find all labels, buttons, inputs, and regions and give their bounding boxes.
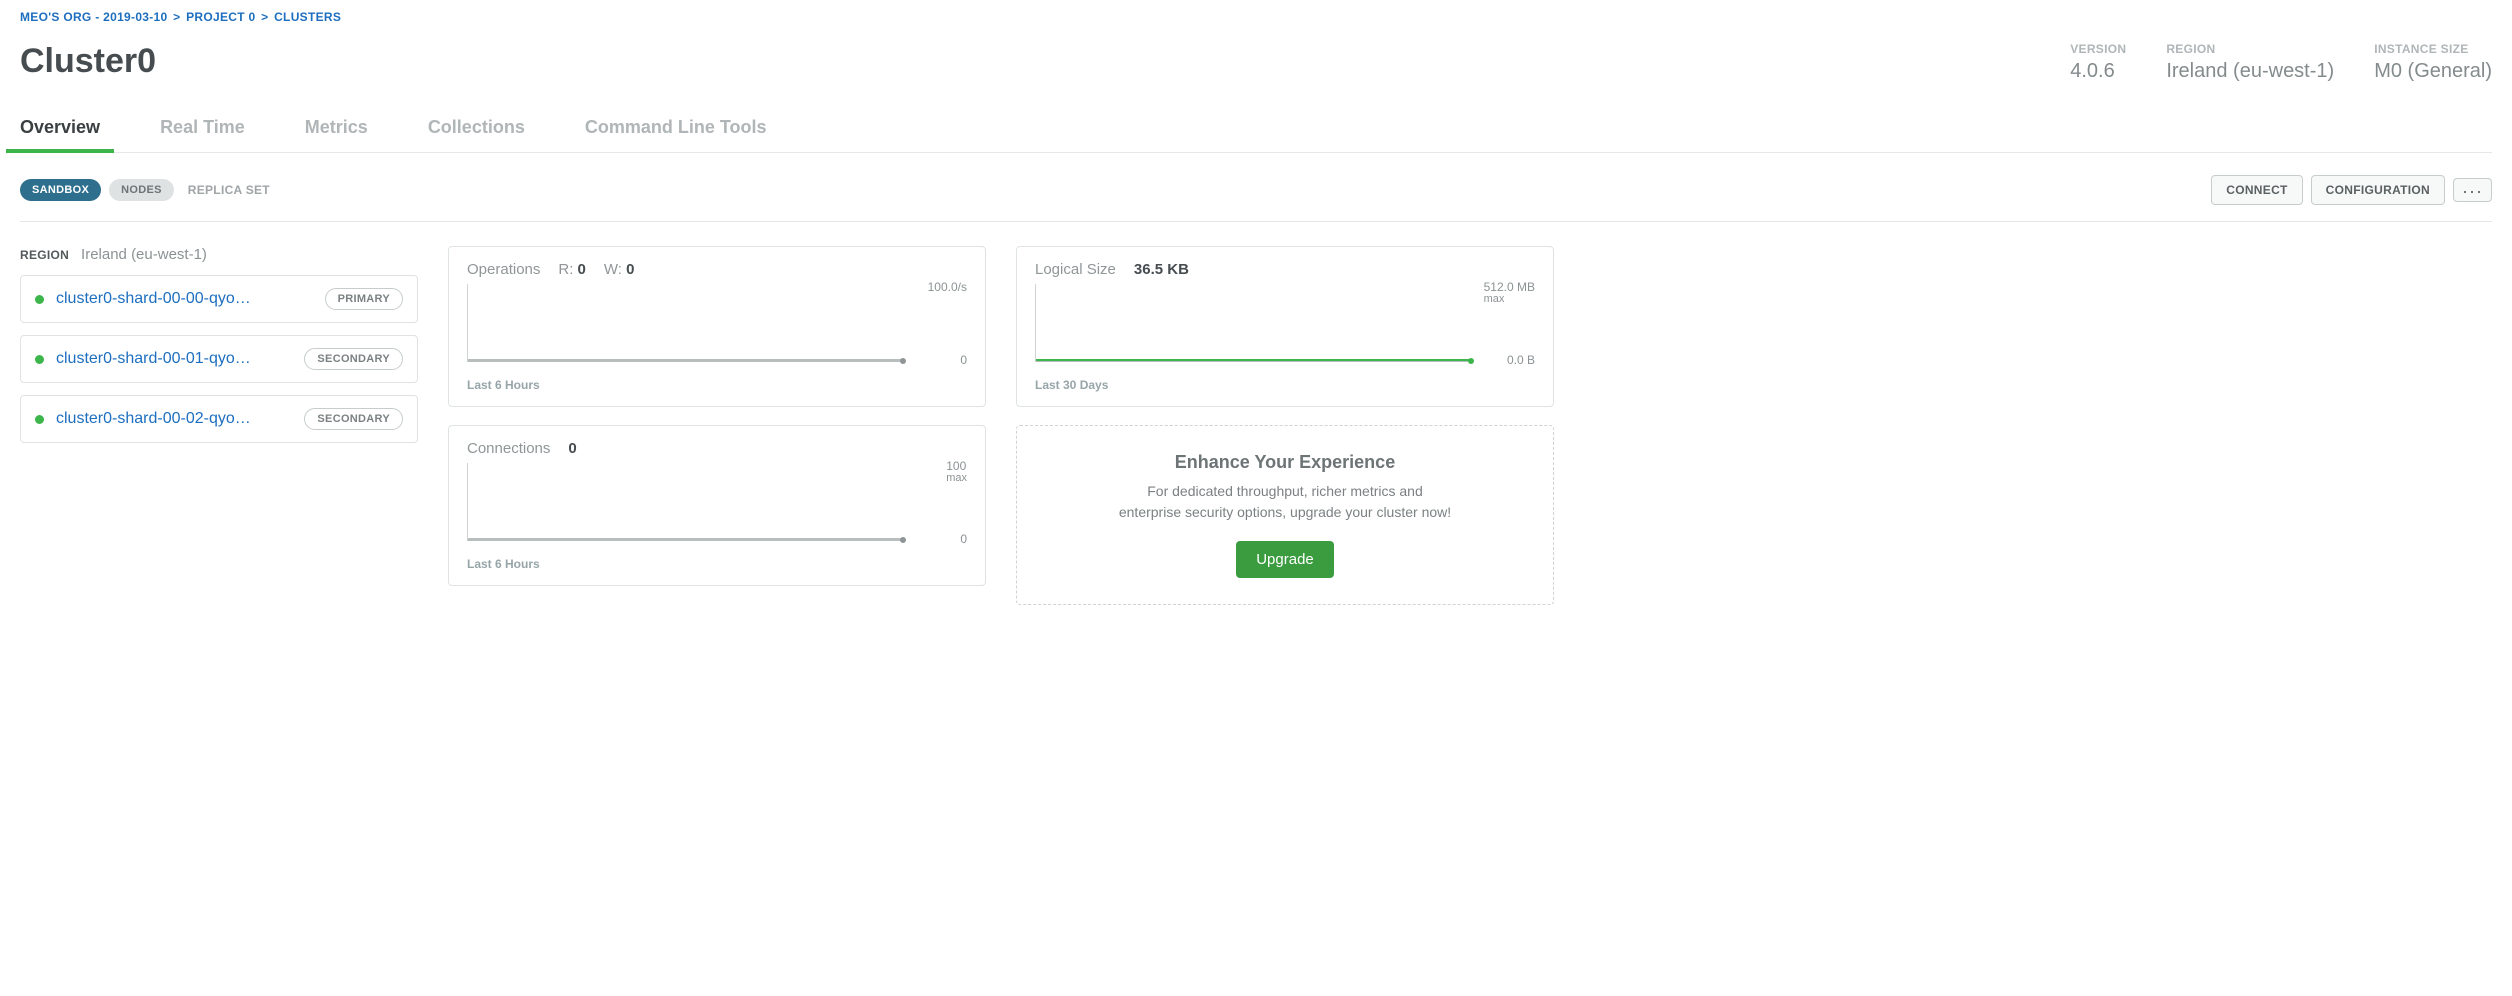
region-section-value: Ireland (eu-west-1) [81, 246, 207, 263]
shard-role-badge: SECONDARY [304, 408, 403, 430]
connections-title: Connections [467, 440, 550, 457]
shard-name[interactable]: cluster0-shard-00-00-qyo… [56, 290, 251, 308]
tab-cli-tools[interactable]: Command Line Tools [585, 109, 767, 152]
shard-name[interactable]: cluster0-shard-00-02-qyo… [56, 410, 251, 428]
connections-chart-panel: Connections 0 100 max 0 Last 6 Hours [448, 425, 986, 586]
shard-row[interactable]: cluster0-shard-00-02-qyo… SECONDARY [20, 395, 418, 443]
operations-w-value: 0 [626, 261, 634, 278]
upgrade-promo-panel: Enhance Your Experience For dedicated th… [1016, 425, 1554, 605]
region-label: REGION [2166, 42, 2334, 56]
promo-title: Enhance Your Experience [1037, 452, 1533, 473]
tab-collections[interactable]: Collections [428, 109, 525, 152]
shard-row[interactable]: cluster0-shard-00-01-qyo… SECONDARY [20, 335, 418, 383]
logical-size-axis-top: 512.0 MB [1484, 280, 1535, 294]
sandbox-badge: SANDBOX [20, 179, 101, 201]
upgrade-button[interactable]: Upgrade [1236, 541, 1334, 578]
breadcrumb: MEO'S ORG - 2019-03-10 > PROJECT 0 > CLU… [20, 10, 2492, 24]
breadcrumb-sep: > [171, 10, 182, 24]
region-value: Ireland (eu-west-1) [2166, 60, 2334, 83]
connections-axis-top-sub: max [946, 473, 967, 484]
version-label: VERSION [2070, 42, 2126, 56]
breadcrumb-clusters[interactable]: CLUSTERS [274, 10, 341, 24]
operations-r-label: R: [558, 261, 573, 278]
shard-role-badge: SECONDARY [304, 348, 403, 370]
status-dot-icon [35, 295, 44, 304]
logical-size-chart-panel: Logical Size 36.5 KB 512.0 MB max 0.0 B … [1016, 246, 1554, 407]
promo-text-line1: For dedicated throughput, richer metrics… [1147, 483, 1422, 499]
logical-size-axis-bot: 0.0 B [1507, 353, 1535, 367]
chart-point-icon [900, 358, 906, 364]
status-dot-icon [35, 415, 44, 424]
region-section-label: REGION [20, 248, 69, 262]
replica-set-label: REPLICA SET [188, 183, 270, 197]
logical-size-title: Logical Size [1035, 261, 1116, 278]
operations-r-value: 0 [578, 261, 586, 278]
more-actions-button[interactable]: ··· [2453, 178, 2492, 202]
breadcrumb-org[interactable]: MEO'S ORG - 2019-03-10 [20, 10, 168, 24]
instance-size-label: INSTANCE SIZE [2374, 42, 2492, 56]
connections-axis-top: 100 [946, 459, 966, 473]
shard-name[interactable]: cluster0-shard-00-01-qyo… [56, 350, 251, 368]
operations-axis-top: 100.0/s [928, 280, 967, 294]
connections-axis-bot: 0 [960, 532, 967, 546]
status-dot-icon [35, 355, 44, 364]
tab-bar: Overview Real Time Metrics Collections C… [20, 109, 2492, 153]
promo-text-line2: enterprise security options, upgrade you… [1119, 504, 1451, 520]
version-value: 4.0.6 [2070, 60, 2126, 83]
operations-chart-panel: Operations R: 0 W: 0 100.0/s 0 [448, 246, 986, 407]
configuration-button[interactable]: CONFIGURATION [2311, 175, 2445, 205]
connections-footer: Last 6 Hours [467, 557, 967, 571]
cluster-meta: VERSION 4.0.6 REGION Ireland (eu-west-1)… [2070, 42, 2492, 83]
chart-point-icon [900, 537, 906, 543]
operations-title: Operations [467, 261, 540, 278]
chart-line [1036, 359, 1473, 361]
page-title: Cluster0 [20, 42, 156, 81]
chart-line [468, 538, 905, 540]
connections-value: 0 [568, 440, 576, 457]
logical-size-footer: Last 30 Days [1035, 378, 1535, 392]
tab-realtime[interactable]: Real Time [160, 109, 245, 152]
logical-size-value: 36.5 KB [1134, 261, 1189, 278]
tab-overview[interactable]: Overview [20, 109, 100, 152]
ellipsis-icon: ··· [2462, 181, 2483, 201]
operations-axis-bot: 0 [960, 353, 967, 367]
instance-size-value: M0 (General) [2374, 60, 2492, 83]
operations-w-label: W: [604, 261, 622, 278]
breadcrumb-project[interactable]: PROJECT 0 [186, 10, 255, 24]
chart-line [468, 359, 905, 361]
nodes-toggle[interactable]: NODES [109, 179, 174, 201]
operations-footer: Last 6 Hours [467, 378, 967, 392]
breadcrumb-sep: > [259, 10, 270, 24]
logical-size-axis-top-sub: max [1484, 294, 1535, 305]
chart-point-icon [1468, 358, 1474, 364]
shard-row[interactable]: cluster0-shard-00-00-qyo… PRIMARY [20, 275, 418, 323]
shard-role-badge: PRIMARY [325, 288, 403, 310]
connect-button[interactable]: CONNECT [2211, 175, 2302, 205]
tab-metrics[interactable]: Metrics [305, 109, 368, 152]
